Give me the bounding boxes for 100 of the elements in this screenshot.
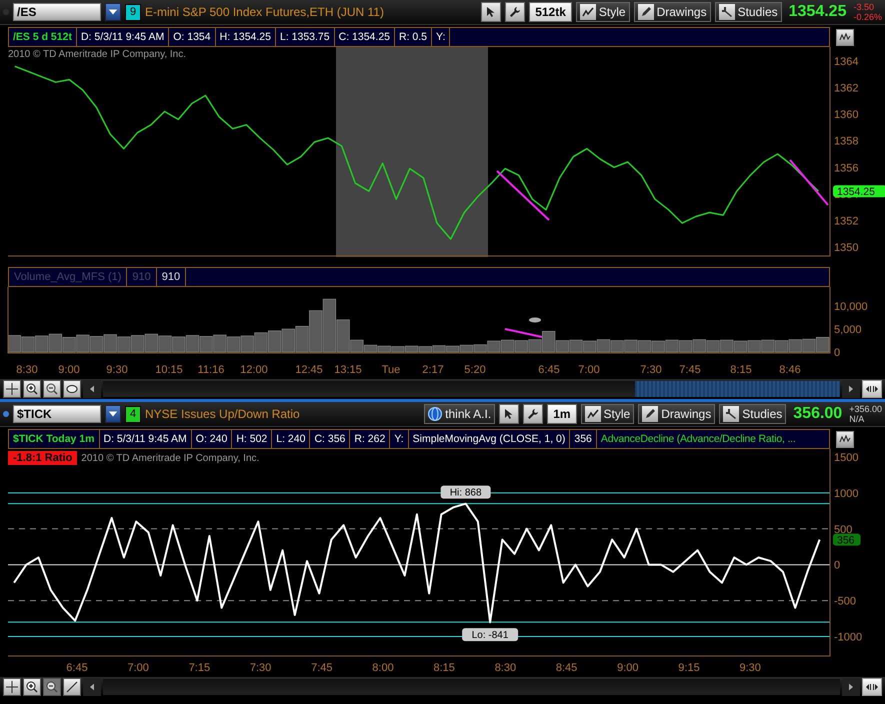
volume-bar (761, 340, 774, 352)
volume-bar (21, 336, 35, 352)
volume-bar (569, 340, 583, 352)
volume-bar (706, 340, 720, 352)
volume-bar (90, 336, 104, 352)
axis-label: 10,000 (834, 301, 868, 313)
info-cell: D: 5/3/11 9:45 AM (100, 430, 192, 448)
aggregation-button[interactable]: 512tk (529, 2, 572, 22)
info-cell: $TICK Today 1m (9, 430, 100, 448)
axis-label: 0 (834, 560, 840, 572)
line-tool-icon (66, 681, 78, 693)
time-label: 10:15 (155, 364, 183, 376)
net-change: N/A (849, 414, 866, 424)
info-cell: /ES 5 d 512t (9, 28, 77, 46)
last-price: 1354.25 (788, 3, 846, 21)
link-badge[interactable]: 9 (125, 4, 141, 20)
zoom-in-button[interactable] (23, 678, 41, 696)
style-button[interactable]: Style (576, 2, 630, 22)
aggregation-button[interactable]: 1m (547, 404, 577, 424)
studies-button[interactable]: Studies (719, 404, 786, 424)
volume-bar (638, 340, 652, 352)
symbol-field[interactable]: /ES (13, 3, 101, 21)
time-label: 7:00 (128, 662, 149, 674)
axis-label: 1500 (834, 452, 858, 464)
link-badge[interactable]: 4 (125, 406, 141, 422)
study-cell: Volume_Avg_MFS (1) (9, 268, 128, 286)
symbol-description: NYSE Issues Up/Down Ratio (145, 407, 301, 421)
volume-bar (748, 340, 761, 352)
ai-button[interactable]: think A.I. (424, 404, 496, 424)
volume-bar (474, 344, 487, 352)
symbol-description: E-mini S&P 500 Index Futures,ETH (JUN 11) (145, 5, 385, 19)
info-cell: SimpleMovingAvg (CLOSE, 1, 0) (408, 430, 570, 448)
time-label: 13:15 (334, 364, 362, 376)
scroll-right-button[interactable] (842, 678, 860, 696)
dropdown-button[interactable] (105, 405, 121, 423)
drawings-button[interactable]: Drawings (634, 2, 711, 22)
volume-bar (62, 337, 76, 352)
wrench-button[interactable] (523, 404, 544, 424)
volume-bar (158, 336, 172, 352)
volume-bar (487, 340, 500, 352)
dropdown-button[interactable] (105, 3, 121, 21)
axis-label: 1364 (834, 56, 858, 68)
resize-icon (865, 681, 879, 693)
info-cell: O: 1354 (169, 28, 216, 46)
info-cell: L: 240 (272, 430, 310, 448)
axis-label: 500 (834, 524, 852, 536)
chart-line-icon (582, 6, 594, 18)
left-arrow-icon (88, 682, 96, 692)
time-label: 11:16 (198, 364, 224, 376)
volume-bar (652, 340, 665, 352)
axis-label: 1352 (834, 215, 858, 228)
volume-bar (665, 340, 679, 352)
expand-button[interactable] (862, 678, 882, 696)
zoom-out-icon (46, 383, 58, 395)
time-label: Tue (382, 364, 400, 376)
axis-label: 1350 (834, 242, 858, 254)
time-label: 5:20 (464, 364, 486, 376)
volume-bar (172, 336, 186, 352)
ratio-label: -1.8:1 Ratio (8, 451, 78, 465)
chart-settings-button[interactable] (836, 430, 854, 448)
zoom-in-button[interactable] (23, 380, 41, 398)
right-arrow-icon (847, 682, 855, 692)
info-cell: R: 0.5 (395, 28, 432, 46)
axis-label: 1358 (834, 136, 858, 148)
caret-icon (108, 7, 118, 17)
expand-button[interactable] (862, 380, 882, 398)
chart-settings-button[interactable] (836, 28, 854, 46)
zoom-in-icon (26, 681, 38, 693)
info-cell: L: 1353.75 (276, 28, 335, 46)
oval-button[interactable] (63, 380, 81, 398)
wrench-button[interactable] (505, 2, 526, 22)
study-cell: 910 (127, 268, 157, 286)
volume-bar (254, 332, 268, 352)
info-cell: Y: (390, 430, 409, 448)
zoom-out-button[interactable] (43, 380, 61, 398)
scroll-left-button[interactable] (83, 678, 101, 696)
volume-bar (720, 340, 734, 352)
scroll-left-button[interactable] (83, 380, 101, 398)
drawings-button[interactable]: Drawings (638, 404, 716, 424)
cursor-icon (503, 408, 516, 420)
scroll-right-button[interactable] (842, 380, 860, 398)
time-label: 8:00 (372, 662, 394, 674)
cursor-button[interactable] (481, 2, 502, 22)
crosshair-button[interactable] (3, 678, 21, 696)
studies-button[interactable]: Studies (714, 2, 782, 22)
cursor-button[interactable] (499, 404, 520, 424)
line-button[interactable] (63, 678, 81, 696)
crosshair-button[interactable] (3, 380, 21, 398)
time-label: 8:30 (16, 364, 38, 376)
time-label: 9:30 (106, 364, 128, 376)
info-cell: 356 (570, 430, 597, 448)
symbol-field[interactable]: $TICK (13, 405, 101, 423)
time-label: 6:45 (66, 662, 88, 674)
info-cell-text: AdvanceDecline (Advance/Decline Ratio, ... (600, 432, 797, 447)
time-label: 7:00 (578, 364, 600, 376)
style-button[interactable]: Style (580, 404, 634, 424)
zoom-out-icon (46, 681, 58, 693)
volume-bar (774, 340, 788, 352)
scroll-thumb[interactable] (635, 381, 840, 397)
net-change: +356.00 (849, 404, 882, 414)
